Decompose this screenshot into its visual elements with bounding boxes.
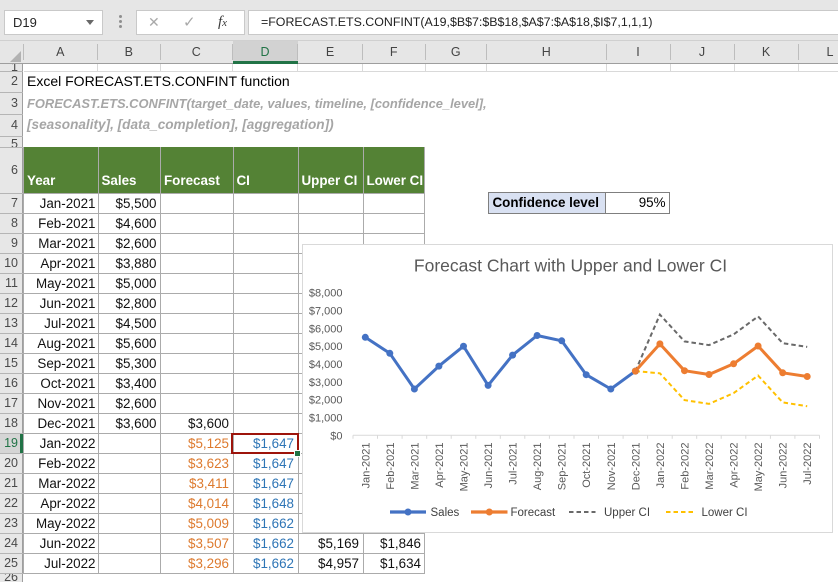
svg-text:May-2022: May-2022 [753,442,765,491]
svg-text:Forecast: Forecast [510,507,556,519]
svg-text:Forecast Chart with Upper and: Forecast Chart with Upper and Lower CI [413,255,726,275]
svg-text:Feb-2021: Feb-2021 [384,442,396,489]
svg-text:$2,000: $2,000 [308,394,342,406]
svg-text:Jul-2022: Jul-2022 [802,442,814,484]
svg-text:Jun-2021: Jun-2021 [483,442,495,488]
svg-text:Lower CI: Lower CI [701,507,747,519]
svg-text:Jan-2021: Jan-2021 [360,442,372,488]
svg-text:Aug-2021: Aug-2021 [532,442,544,490]
svg-text:Sep-2021: Sep-2021 [556,442,568,490]
svg-text:Jul-2021: Jul-2021 [507,442,519,484]
svg-text:Mar-2021: Mar-2021 [409,442,421,489]
svg-text:$4,000: $4,000 [308,359,342,371]
svg-text:Nov-2021: Nov-2021 [605,442,617,490]
svg-text:May-2021: May-2021 [458,442,470,491]
svg-text:Upper CI: Upper CI [604,507,650,519]
svg-text:Jun-2022: Jun-2022 [777,442,789,488]
svg-text:Oct-2021: Oct-2021 [581,442,593,487]
svg-text:$7,000: $7,000 [308,305,342,317]
svg-text:$3,000: $3,000 [308,376,342,388]
svg-text:Feb-2022: Feb-2022 [679,442,691,489]
svg-text:Apr-2022: Apr-2022 [728,442,740,487]
svg-text:Jan-2022: Jan-2022 [654,442,666,488]
svg-text:$8,000: $8,000 [308,287,342,299]
svg-text:Sales: Sales [430,507,459,519]
svg-text:$1,000: $1,000 [308,412,342,424]
svg-text:$6,000: $6,000 [308,323,342,335]
svg-text:Dec-2021: Dec-2021 [630,442,642,490]
svg-text:Apr-2021: Apr-2021 [433,442,445,487]
svg-text:$5,000: $5,000 [308,341,342,353]
svg-text:Mar-2022: Mar-2022 [704,442,716,489]
svg-text:$0: $0 [330,430,342,442]
